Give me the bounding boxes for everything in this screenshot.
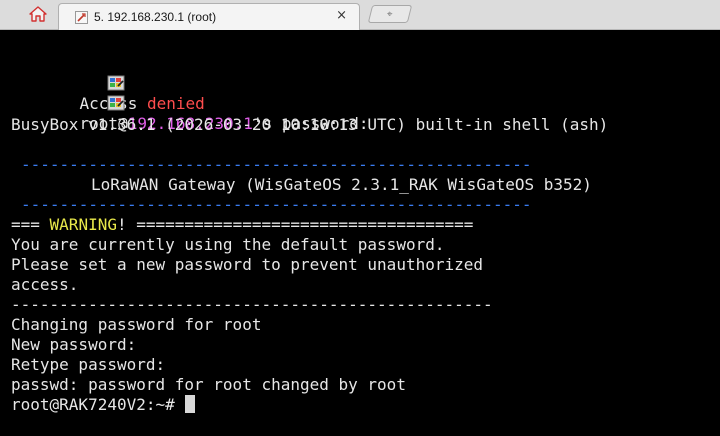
terminal-output[interactable]: Access denied root@192.168.230.1's passw… xyxy=(11,33,711,433)
home-tab[interactable] xyxy=(18,3,58,30)
new-tab-button[interactable]: ⌖ xyxy=(367,5,413,23)
passwd-line-1: Changing password for root xyxy=(11,315,262,334)
warning-rest: ! =================================== xyxy=(116,215,474,234)
tab-bar: 5. 192.168.230.1 (root) × ⌖ xyxy=(0,0,720,30)
gateway-banner: LoRaWAN Gateway (WisGateOS 2.3.1_RAK Wis… xyxy=(91,175,592,194)
warning-word: WARNING xyxy=(39,215,117,234)
mobaxterm-logo-icon xyxy=(50,75,125,111)
session-tab[interactable]: 5. 192.168.230.1 (root) × xyxy=(58,3,360,30)
shell-prompt: root@RAK7240V2:~# xyxy=(11,395,175,414)
ssh-terminal-icon xyxy=(75,10,88,24)
separator-dashes: ----------------------------------------… xyxy=(11,295,493,314)
banner-dashes-bottom: ----------------------------------------… xyxy=(21,195,532,214)
busybox-banner: BusyBox v1.36.1 (2026-03-20 10:10:13 UTC… xyxy=(11,115,609,134)
session-tab-title: 5. 192.168.230.1 (root) xyxy=(94,10,217,24)
close-tab-button[interactable]: × xyxy=(336,8,347,24)
warning-text-3: access. xyxy=(11,275,79,294)
terminal-line-access-denied: Access denied xyxy=(11,35,205,113)
passwd-line-3: Retype password: xyxy=(11,355,166,374)
warning-lead: === xyxy=(11,215,40,234)
home-icon xyxy=(29,6,47,27)
warning-line: === WARNING! ===========================… xyxy=(11,215,473,235)
shell-prompt-line[interactable]: root@RAK7240V2:~# xyxy=(11,395,195,415)
terminal-line-password-prompt: root@192.168.230.1's password: xyxy=(11,55,369,133)
warning-text-2: Please set a new password to prevent una… xyxy=(11,255,484,274)
warning-text-1: You are currently using the default pass… xyxy=(11,235,445,254)
text-cursor xyxy=(184,395,195,413)
denied-text: denied xyxy=(146,94,205,113)
passwd-line-4: passwd: password for root changed by roo… xyxy=(11,375,406,394)
passwd-line-2: New password: xyxy=(11,335,137,354)
banner-dashes-top: ----------------------------------------… xyxy=(21,155,532,174)
new-tab-icon: ⌖ xyxy=(387,8,393,20)
